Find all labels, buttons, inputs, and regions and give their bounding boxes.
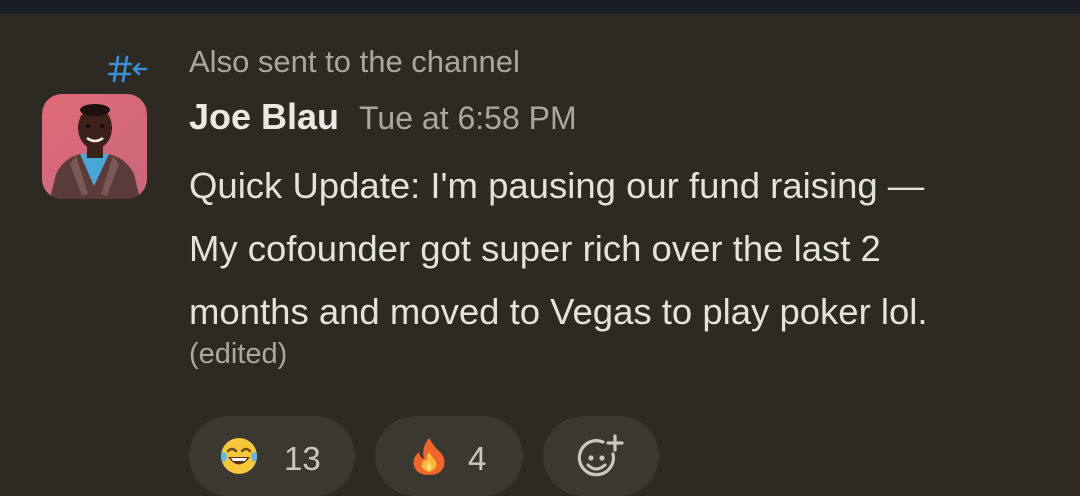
- reaction-count: 4: [468, 440, 487, 477]
- reaction-fire[interactable]: 4: [375, 416, 523, 496]
- author-name[interactable]: Joe Blau: [189, 96, 339, 137]
- avatar[interactable]: [42, 94, 147, 199]
- message-timestamp[interactable]: Tue at 6:58 PM: [359, 100, 577, 136]
- thread-hash-arrow-icon: [108, 54, 148, 88]
- also-sent-to-channel-notice[interactable]: Also sent to the channel: [189, 44, 520, 80]
- add-reaction-button[interactable]: [543, 416, 659, 496]
- message-header: Joe Blau Tue at 6:58 PM: [189, 96, 577, 142]
- add-emoji-icon: [577, 434, 625, 480]
- message-body-line: months and moved to Vegas to play poker …: [189, 291, 928, 332]
- reaction-count: 13: [284, 440, 321, 477]
- edited-label: (edited): [189, 338, 288, 370]
- fire-icon: [409, 436, 449, 476]
- face-with-tears-of-joy-icon: [219, 436, 259, 476]
- message-body-line: My cofounder got super rich over the las…: [189, 228, 881, 269]
- message-body-line: Quick Update: I'm pausing our fund raisi…: [189, 165, 925, 206]
- reaction-joy[interactable]: 13: [189, 416, 355, 496]
- message-body: Quick Update: I'm pausing our fund raisi…: [189, 154, 1059, 343]
- top-bar: [0, 0, 1080, 14]
- message[interactable]: Also sent to the channel Joe Blau Tue at …: [0, 14, 1080, 496]
